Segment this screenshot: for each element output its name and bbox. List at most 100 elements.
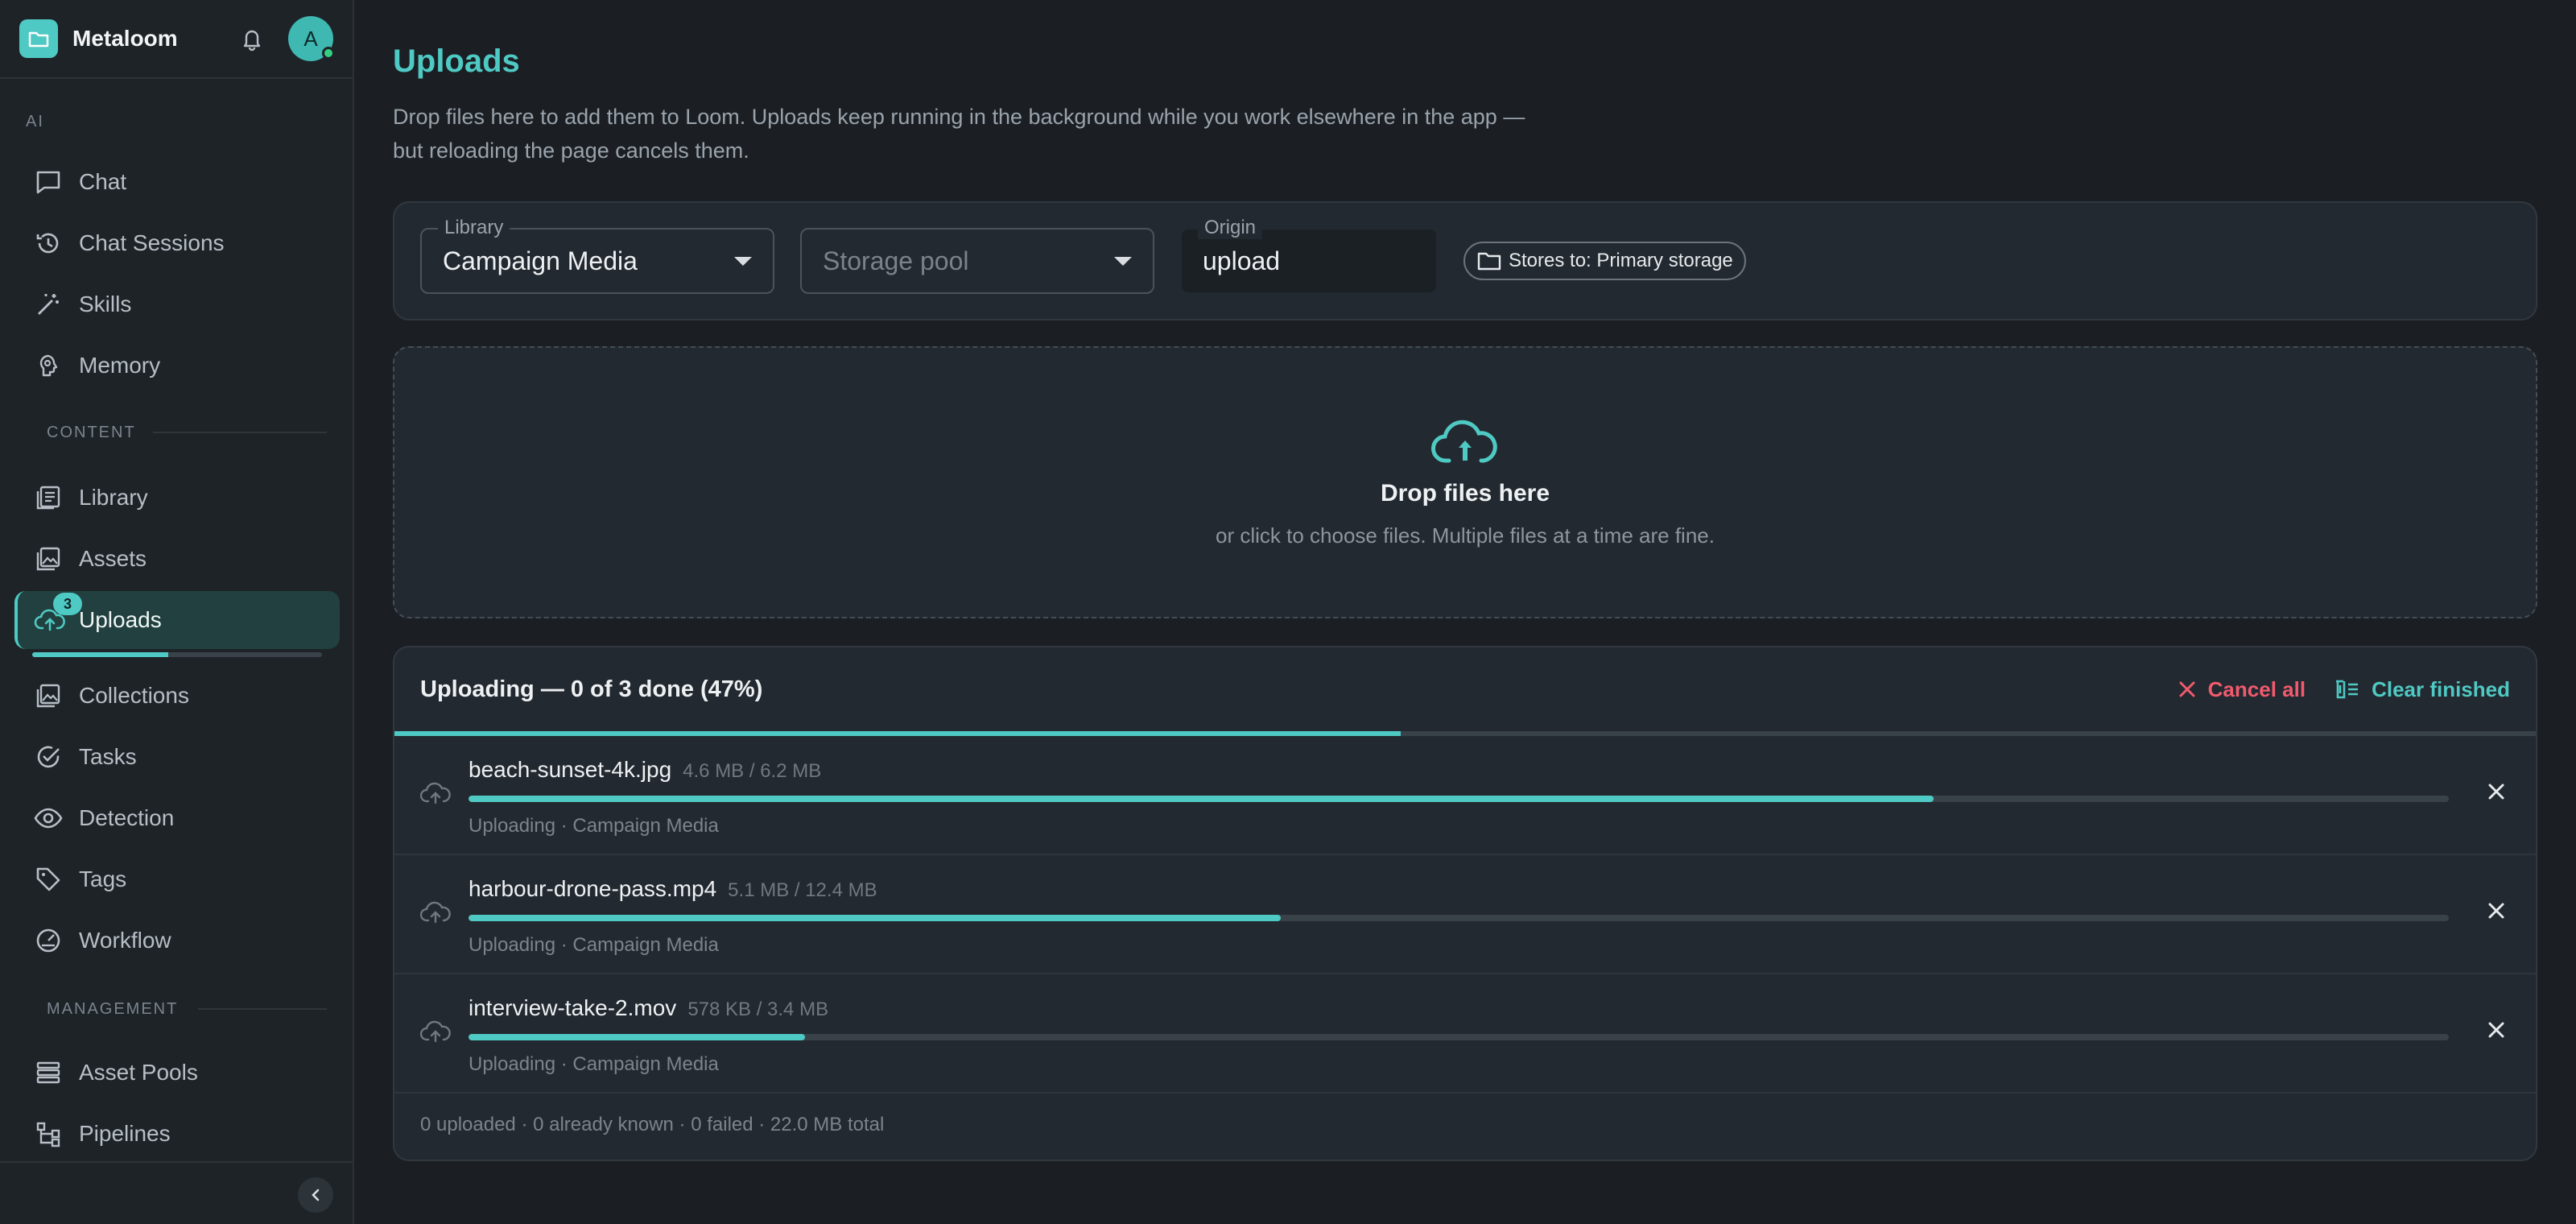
cancel-upload-button[interactable] bbox=[2486, 781, 2507, 802]
eye-icon bbox=[32, 802, 64, 834]
file-name: harbour-drone-pass.mp4 bbox=[469, 876, 717, 901]
sidebar-item-label: Pipelines bbox=[79, 1121, 171, 1146]
avatar[interactable]: A bbox=[288, 16, 335, 61]
avatar-initial: A bbox=[303, 26, 318, 51]
sidebar-item-label: Tags bbox=[79, 866, 127, 891]
sidebar-item-assets[interactable]: Assets bbox=[32, 535, 147, 583]
upload-queue-header: Uploading — 0 of 3 done (47%) Cancel all… bbox=[394, 647, 2536, 731]
stores-to-label: Stores to: Primary storage bbox=[1509, 250, 1733, 271]
sidebar-item-skills[interactable]: Skills bbox=[32, 280, 131, 329]
brand-name[interactable]: Metaloom bbox=[72, 26, 178, 52]
collapse-sidebar-button[interactable] bbox=[298, 1177, 333, 1213]
sidebar-item-label: Chat bbox=[79, 169, 127, 194]
file-size: 5.1 MB / 12.4 MB bbox=[728, 879, 877, 901]
cancel-all-button[interactable]: Cancel all bbox=[2178, 677, 2306, 702]
cancel-upload-button[interactable] bbox=[2486, 1019, 2507, 1040]
upload-settings-bar: Library Campaign Media Storage pool Orig… bbox=[393, 201, 2537, 320]
uploads-progress-fill bbox=[32, 652, 169, 657]
sidebar-item-library[interactable]: Library bbox=[32, 473, 148, 522]
sidebar-item-label: Skills bbox=[79, 292, 132, 316]
tag-icon bbox=[32, 863, 64, 895]
sidebar-item-chat[interactable]: Chat bbox=[32, 158, 126, 206]
stores-to-chip: Stores to: Primary storage bbox=[1463, 242, 1746, 280]
dropzone-subtitle: or click to choose files. Multiple files… bbox=[1216, 523, 1715, 548]
file-progress-fill bbox=[469, 796, 1934, 802]
library-icon bbox=[32, 482, 64, 514]
sidebar-item-collections[interactable]: Collections bbox=[32, 672, 189, 720]
file-dropzone[interactable]: Drop files here or click to choose files… bbox=[393, 346, 2537, 618]
sidebar: Metaloom A AI Chat Chat Sessions Skills … bbox=[0, 0, 354, 1224]
sidebar-item-label: Workflow bbox=[79, 928, 171, 953]
upload-row: harbour-drone-pass.mp4 5.1 MB / 12.4 MB U… bbox=[394, 855, 2536, 974]
section-divider bbox=[198, 1008, 327, 1010]
dropdown-caret-icon bbox=[734, 257, 752, 266]
upload-queue-actions: Cancel all Clear finished bbox=[2149, 677, 2510, 702]
bell-icon[interactable] bbox=[240, 26, 264, 52]
section-divider bbox=[153, 432, 327, 433]
section-label-content: CONTENT bbox=[47, 424, 136, 441]
magic-wand-icon bbox=[32, 288, 64, 320]
page-description: Drop files here to add them to Loom. Upl… bbox=[393, 105, 1525, 163]
clear-list-icon bbox=[2334, 678, 2360, 701]
clear-finished-button[interactable]: Clear finished bbox=[2334, 677, 2510, 702]
origin-field[interactable]: Origin upload bbox=[1180, 217, 1438, 294]
uploads-progress-bar bbox=[32, 652, 322, 657]
dropzone-title: Drop files here bbox=[1380, 479, 1550, 507]
file-progress-bar bbox=[469, 915, 2449, 921]
online-status-dot bbox=[322, 47, 335, 60]
sidebar-item-label: Chat Sessions bbox=[79, 230, 225, 255]
storage-pool-placeholder: Storage pool bbox=[823, 246, 969, 275]
page-title: Uploads bbox=[393, 43, 520, 79]
pipeline-icon bbox=[32, 1118, 64, 1150]
sidebar-item-workflow[interactable]: Workflow bbox=[32, 916, 171, 965]
file-name: interview-take-2.mov bbox=[469, 995, 677, 1020]
cloud-upload-icon bbox=[420, 1019, 451, 1044]
brain-icon bbox=[32, 349, 64, 382]
section-label-ai: AI bbox=[26, 113, 44, 130]
sidebar-item-tasks[interactable]: Tasks bbox=[32, 733, 137, 781]
uploads-count-badge: 3 bbox=[53, 593, 82, 615]
sidebar-item-label: Library bbox=[79, 485, 148, 510]
upload-row: beach-sunset-4k.jpg 4.6 MB / 6.2 MB Uploa… bbox=[394, 736, 2536, 855]
storage-pool-select[interactable]: Storage pool bbox=[800, 228, 1154, 294]
sidebar-header: Metaloom A bbox=[0, 0, 353, 79]
upload-queue-title: Uploading — 0 of 3 done (47%) bbox=[420, 676, 763, 702]
section-label-management: MANAGEMENT bbox=[47, 1000, 179, 1018]
file-status: Uploading · Campaign Media bbox=[469, 815, 719, 837]
folder-icon bbox=[1476, 250, 1502, 271]
clear-finished-label: Clear finished bbox=[2372, 676, 2510, 701]
sidebar-item-label: Collections bbox=[79, 683, 189, 708]
sidebar-footer-divider bbox=[0, 1161, 354, 1163]
dropdown-caret-icon bbox=[1114, 257, 1132, 266]
file-status: Uploading · Campaign Media bbox=[469, 934, 719, 956]
sidebar-item-memory[interactable]: Memory bbox=[32, 341, 160, 390]
check-circle-icon bbox=[32, 741, 64, 773]
file-progress-fill bbox=[469, 915, 1281, 921]
stack-icon bbox=[32, 1057, 64, 1089]
cloud-upload-icon bbox=[420, 900, 451, 924]
gauge-icon bbox=[32, 924, 64, 957]
upload-row: interview-take-2.mov 578 KB / 3.4 MB Uplo… bbox=[394, 974, 2536, 1094]
folder-logo-icon[interactable] bbox=[19, 19, 58, 58]
sidebar-item-label: Uploads bbox=[79, 607, 162, 632]
sidebar-item-label: Memory bbox=[79, 353, 161, 378]
sidebar-item-label: Asset Pools bbox=[79, 1060, 198, 1085]
sidebar-item-uploads[interactable]: 3 Uploads bbox=[14, 591, 340, 649]
file-status: Uploading · Campaign Media bbox=[469, 1053, 719, 1075]
sidebar-item-chat-sessions[interactable]: Chat Sessions bbox=[32, 219, 225, 267]
sidebar-item-detection[interactable]: Detection bbox=[32, 794, 174, 842]
sidebar-item-asset-pools[interactable]: Asset Pools bbox=[32, 1048, 198, 1097]
sidebar-item-pipelines[interactable]: Pipelines bbox=[32, 1110, 171, 1158]
history-icon bbox=[32, 227, 64, 259]
cancel-upload-button[interactable] bbox=[2486, 900, 2507, 921]
upload-summary: 0 uploaded · 0 already known · 0 failed … bbox=[420, 1114, 885, 1135]
upload-queue: Uploading — 0 of 3 done (47%) Cancel all… bbox=[393, 646, 2537, 1161]
file-progress-bar bbox=[469, 796, 2449, 802]
sidebar-item-label: Tasks bbox=[79, 744, 137, 769]
cancel-all-label: Cancel all bbox=[2207, 676, 2306, 701]
image-stack-icon bbox=[32, 543, 64, 575]
library-select[interactable]: Library Campaign Media bbox=[420, 217, 774, 294]
file-name: beach-sunset-4k.jpg bbox=[469, 757, 672, 782]
sidebar-item-tags[interactable]: Tags bbox=[32, 855, 126, 904]
chat-icon bbox=[32, 166, 64, 198]
